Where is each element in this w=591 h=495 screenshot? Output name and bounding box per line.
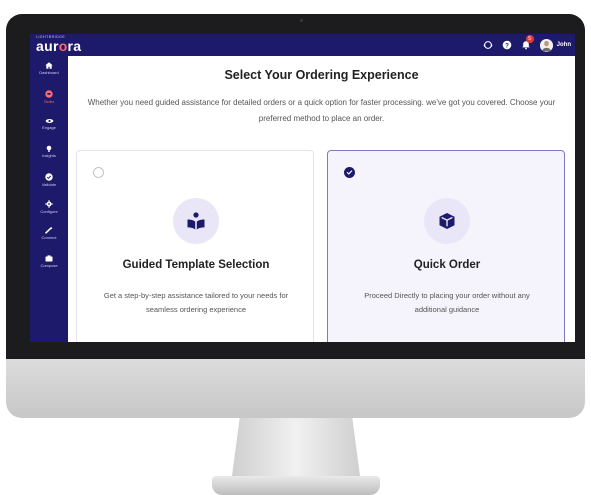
insights-icon: [46, 145, 52, 152]
option-card-guided-template[interactable]: Guided Template Selection Get a step-by-…: [76, 150, 314, 342]
top-bar: LIGHTBRIDGE aurora ? 5 John: [30, 34, 575, 56]
help-icon[interactable]: ?: [502, 40, 512, 50]
option-description: Proceed Directly to placing your order w…: [364, 291, 530, 314]
notification-badge: 5: [525, 35, 534, 43]
sidebar-item-engage[interactable]: Engage: [30, 118, 68, 130]
book-reader-icon: [173, 198, 219, 244]
support-agent-icon[interactable]: [483, 40, 493, 50]
monitor-mockup: LIGHTBRIDGE aurora ? 5 John Dashboard Or…: [0, 0, 591, 495]
sidebar-item-compose[interactable]: Compose: [30, 255, 68, 268]
sidebar-item-label: Insights: [42, 153, 56, 158]
option-description: Get a step-by-step assistance tailored t…: [103, 291, 289, 314]
notifications-button[interactable]: 5: [521, 35, 534, 50]
monitor-chin: [6, 359, 585, 418]
sidebar-item-label: Configure: [40, 209, 58, 214]
option-title: Guided Template Selection: [122, 259, 270, 271]
brand-logo[interactable]: LIGHTBRIDGE aurora: [36, 35, 81, 53]
header-actions: ? 5 John: [483, 34, 571, 56]
page-title: Select Your Ordering Experience: [224, 68, 419, 82]
option-card-quick-order[interactable]: Quick Order Proceed Directly to placing …: [327, 150, 565, 342]
sidebar-item-label: Compose: [40, 263, 58, 268]
monitor-stand-foot: [212, 476, 380, 495]
sidebar-item-dashboard[interactable]: Dashboard: [30, 62, 68, 75]
sidebar-item-label: Order: [43, 99, 55, 104]
sidebar-item-label: Dashboard: [39, 70, 59, 75]
user-name[interactable]: John: [557, 42, 571, 48]
main-content: Select Your Ordering Experience Whether …: [68, 56, 575, 342]
compose-icon: [45, 255, 53, 262]
engage-icon: [45, 119, 53, 123]
sidebar-item-label: Validate: [41, 182, 57, 187]
radio-button-checked[interactable]: [344, 167, 355, 178]
svg-text:?: ?: [505, 42, 509, 49]
box-icon: [424, 198, 470, 244]
gear-icon: [45, 200, 53, 208]
sidebar-item-validate[interactable]: Validate: [30, 173, 68, 187]
sidebar-item-insights[interactable]: Insights: [30, 145, 68, 158]
check-icon: [45, 173, 53, 181]
sidebar-item-order[interactable]: Order: [30, 90, 68, 104]
sidebar-item-label: Connect: [41, 235, 57, 240]
monitor-stand-neck: [232, 418, 360, 476]
radio-button-unchecked[interactable]: [93, 167, 104, 178]
avatar[interactable]: [539, 38, 553, 52]
check-icon: [346, 170, 353, 175]
sidebar-item-connect[interactable]: Connect: [30, 227, 68, 240]
option-title: Quick Order: [413, 259, 481, 271]
camera-dot: [300, 19, 303, 22]
cart-icon: [45, 90, 53, 98]
link-icon: [45, 227, 53, 234]
brand-name: aurora: [36, 38, 82, 54]
home-icon: [45, 62, 53, 69]
sidebar-item-label: Engage: [42, 125, 56, 130]
sidebar-nav: Dashboard Order Engage Insights Validate…: [30, 56, 68, 342]
sidebar-item-configure[interactable]: Configure: [30, 200, 68, 214]
app-screen: LIGHTBRIDGE aurora ? 5 John Dashboard Or…: [30, 34, 575, 342]
page-subtitle: Whether you need guided assistance for d…: [87, 98, 556, 123]
